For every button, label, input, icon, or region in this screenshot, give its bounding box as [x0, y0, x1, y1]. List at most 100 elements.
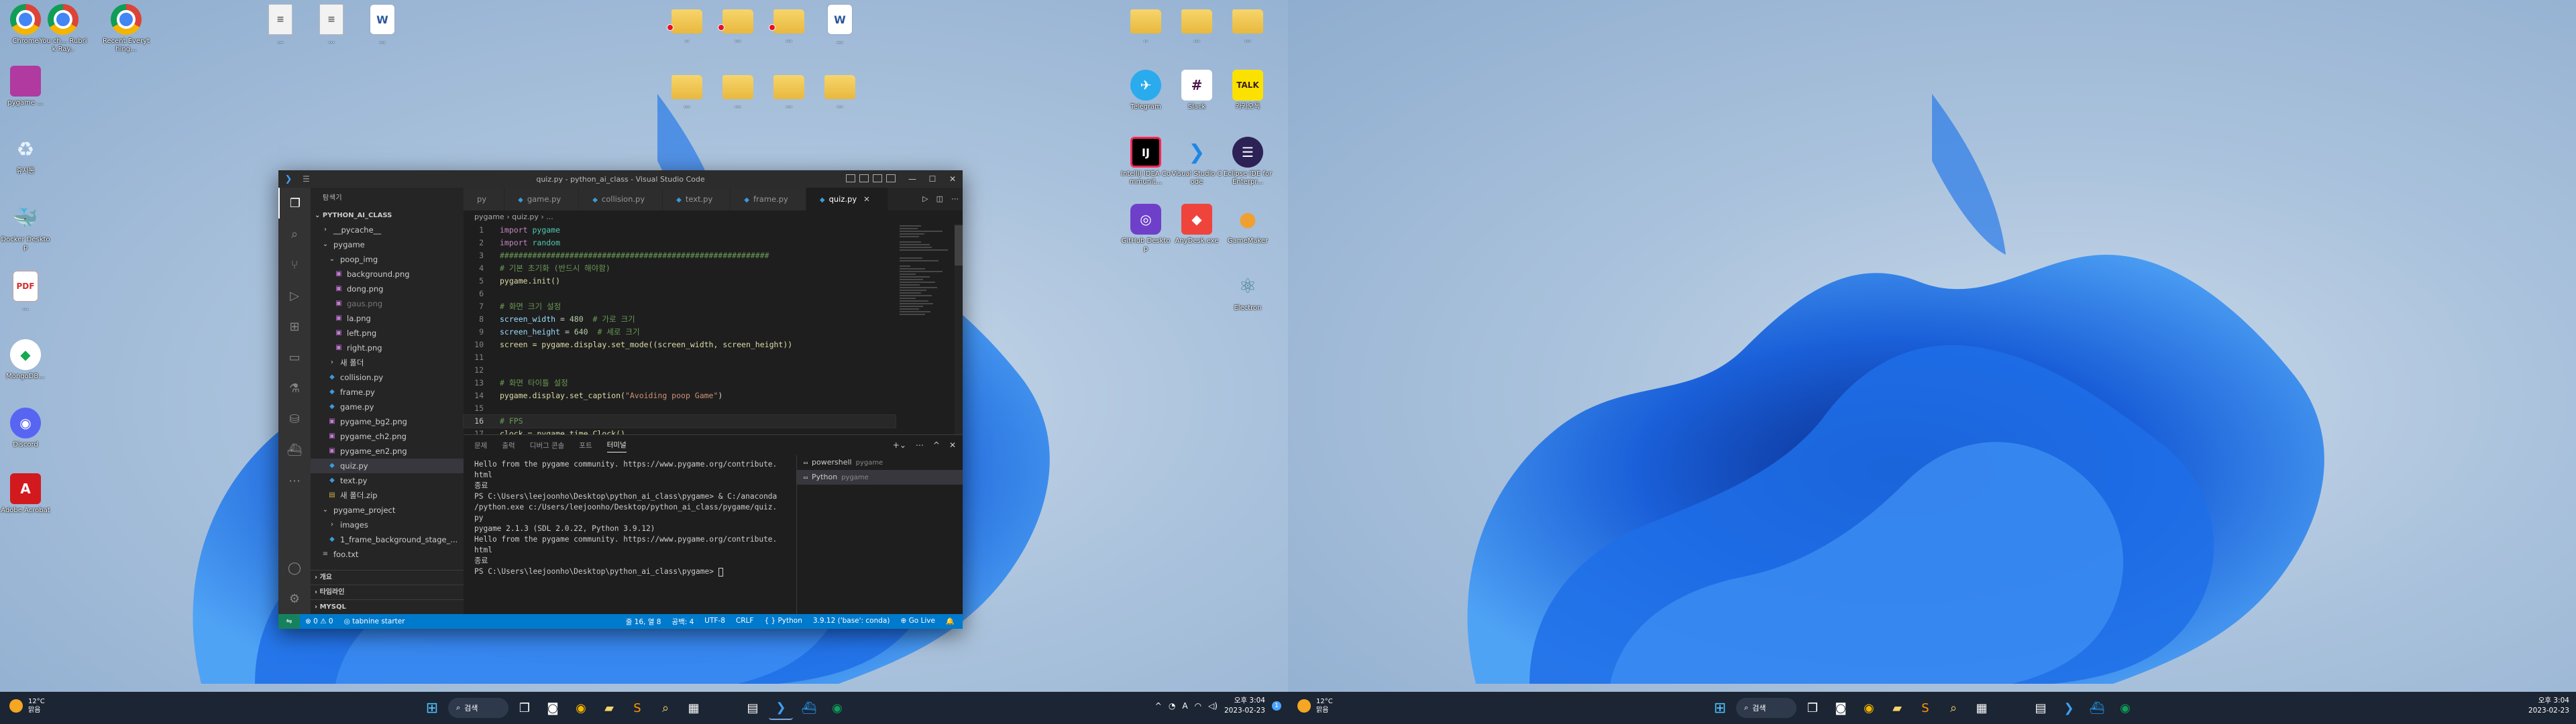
network-icon[interactable]: ◔ [1169, 701, 1175, 711]
testing-icon[interactable]: ⚗ [278, 373, 311, 404]
desktop-icon-electron[interactable]: ⚛ Electron [1222, 271, 1273, 312]
remote-explorer-icon[interactable]: ▭ [278, 342, 311, 373]
volume-icon[interactable]: ◁) [1208, 701, 1218, 711]
task-view-icon[interactable]: ❐ [513, 696, 537, 720]
desktop-icon-vscode[interactable]: ❯ Visual Studio Code [1171, 137, 1222, 186]
maximize-panel-icon[interactable]: ^ [933, 440, 940, 450]
status-item[interactable]: 공백: 4 [666, 617, 699, 627]
tree-item[interactable]: ▣ left.png [311, 326, 464, 341]
tree-item[interactable]: ▣ gaus.png [311, 296, 464, 311]
chat-icon[interactable]: ◙ [1829, 696, 1853, 720]
section-timeline[interactable]: › 타임라인 [311, 585, 464, 599]
editor-tab[interactable]: ◆ collision.py [579, 188, 663, 210]
tree-item[interactable]: ≡ foo.txt [311, 547, 464, 562]
desktop-folder-r1[interactable]: .. [1120, 4, 1171, 44]
taskbar-search[interactable]: ⌕ 검색 [448, 698, 508, 718]
code-line[interactable]: 12 [464, 364, 896, 377]
code-line[interactable]: 9 screen_height = 640 # 세로 크기 [464, 326, 896, 339]
calculator-icon[interactable]: ▦ [1970, 696, 1994, 720]
terminal-prompt[interactable]: PS C:\Users\leejoonho\Desktop\python_ai_… [474, 566, 796, 577]
desktop-icon-github-desktop[interactable]: ◎ GitHub Desktop [1120, 204, 1171, 253]
desktop-file-3[interactable]: W ... [357, 4, 408, 46]
editor-tab[interactable]: ◆ frame.py [731, 188, 806, 210]
editor-tab[interactable]: ◆ quiz.py ✕ [806, 188, 888, 210]
calculator-icon[interactable]: ▦ [682, 696, 706, 720]
database-icon[interactable]: ⛁ [278, 404, 311, 434]
project-root[interactable]: ⌄ PYTHON_AI_CLASS [311, 209, 464, 223]
tree-item[interactable]: ▣ right.png [311, 341, 464, 355]
more-actions-icon[interactable]: ⋯ [951, 188, 959, 210]
taskbar-search[interactable]: ⌕ 검색 [1736, 698, 1796, 718]
tree-item[interactable]: ◆ game.py [311, 400, 464, 414]
search-icon[interactable]: ⌕ [278, 219, 311, 249]
account-icon[interactable]: ◯ [278, 552, 311, 583]
tree-item[interactable]: ◆ frame.py [311, 385, 464, 400]
desktop-icon-mongodb[interactable]: ◆ MongoDB... [0, 339, 51, 381]
breadcrumb[interactable]: pygame › quiz.py › ... [464, 210, 963, 224]
run-debug-icon[interactable]: ▷ [278, 280, 311, 311]
notepad-icon[interactable]: ▤ [2029, 696, 2053, 720]
desktop-folder-r2[interactable]: ... [1171, 4, 1222, 44]
tree-item[interactable]: ⌄ pygame [311, 237, 464, 252]
sublime-icon[interactable]: S [1913, 696, 1937, 720]
kill-terminal-icon[interactable]: ⋯ [916, 440, 924, 450]
run-icon[interactable]: ▷ [922, 188, 928, 210]
desktop-folder-1[interactable]: .. [661, 4, 712, 44]
panel-tab[interactable]: 포트 [579, 440, 592, 450]
panel-tab[interactable]: 문제 [474, 440, 487, 450]
desktop-folder-8[interactable]: ... [814, 70, 865, 110]
desktop-icon-purple-app[interactable]: pygame ... [0, 66, 51, 107]
search-tool-icon[interactable]: ⌕ [653, 696, 678, 720]
taskbar-clock[interactable]: 오후 3:04 2023-02-23 [2528, 696, 2569, 716]
chrome-taskbar-icon[interactable]: ◉ [569, 696, 593, 720]
status-item[interactable]: UTF-8 [699, 617, 731, 627]
docker-icon[interactable]: ⛴ [278, 434, 311, 465]
status-item[interactable]: CRLF [731, 617, 759, 627]
desktop-icon-gamemaker[interactable]: ● GameMaker [1222, 204, 1273, 245]
start-button[interactable]: ⊞ [420, 696, 444, 720]
code-line[interactable]: 2 import random [464, 237, 896, 249]
menu-hamburger-icon[interactable]: ☰ [303, 174, 310, 184]
editor-tab[interactable]: py [464, 188, 505, 210]
desktop-icon-pdf[interactable]: PDF ... [0, 271, 51, 312]
tree-item[interactable]: ⌄ pygame_project [311, 503, 464, 518]
minimap[interactable] [900, 224, 953, 358]
new-terminal-icon[interactable]: +⌄ [893, 440, 906, 450]
chrome-taskbar-icon[interactable]: ◉ [1857, 696, 1881, 720]
close-tab-icon[interactable]: ✕ [863, 194, 870, 204]
task-view-icon[interactable]: ❐ [1801, 696, 1825, 720]
tree-item[interactable]: ▣ pygame_ch2.png [311, 429, 464, 444]
desktop-icon-recycle-bin[interactable]: ♻ 휴지통 [0, 134, 51, 176]
toggle-panel-icon[interactable] [859, 174, 869, 182]
desktop-folder-6[interactable]: ... [712, 70, 763, 110]
tree-item[interactable]: ▣ background.png [311, 267, 464, 282]
code-line[interactable]: 10 screen = pygame.display.set_mode((scre… [464, 339, 896, 351]
code-line[interactable]: 13 # 화면 타이틀 설정 [464, 377, 896, 389]
panel-tab[interactable]: 디버그 콘솔 [530, 440, 565, 450]
start-button[interactable]: ⊞ [1708, 696, 1732, 720]
notepad-icon[interactable]: ▤ [741, 696, 765, 720]
taskbar-clock[interactable]: 오후 3:04 2023-02-23 [1224, 696, 1265, 716]
code-lines[interactable]: 1 import pygame 2 import random 3 ###########… [463, 224, 896, 438]
desktop-icon-kakaotalk[interactable]: TALK 카카오톡 [1222, 70, 1273, 111]
tree-item[interactable]: ▣ pygame_en2.png [311, 444, 464, 459]
tabnine-status[interactable]: ◎ tabnine starter [339, 617, 411, 625]
tree-item[interactable]: › 새 폴더 [311, 355, 464, 370]
wifi-icon[interactable]: ◠ [1195, 701, 1201, 711]
code-line[interactable]: 5 pygame.init() [464, 275, 896, 288]
chrome-2-taskbar-icon[interactable]: ◉ [2113, 696, 2137, 720]
code-line[interactable]: 6 [464, 288, 896, 300]
tree-item[interactable]: › __pycache__ [311, 223, 464, 237]
vscode-title-bar[interactable]: ❯ ☰ quiz.py - python_ai_class - Visual S… [278, 170, 963, 188]
remote-indicator-icon[interactable]: ⇋ [278, 614, 300, 629]
source-control-icon[interactable]: ⑂ [278, 249, 311, 280]
tree-item[interactable]: ◆ 1_frame_background_stage_... [311, 532, 464, 547]
notifications-bell-icon[interactable]: 🔔 [941, 617, 960, 627]
code-line[interactable]: 1 import pygame [464, 224, 896, 237]
status-item[interactable]: { } Python [759, 617, 807, 627]
desktop-icon-discord[interactable]: ◉ Discord [0, 408, 51, 449]
tree-item[interactable]: ⌄ poop_img [311, 252, 464, 267]
tree-item[interactable]: ◆ quiz.py [311, 459, 464, 473]
chrome-2-taskbar-icon[interactable]: ◉ [825, 696, 849, 720]
close-panel-icon[interactable]: ✕ [949, 440, 956, 450]
